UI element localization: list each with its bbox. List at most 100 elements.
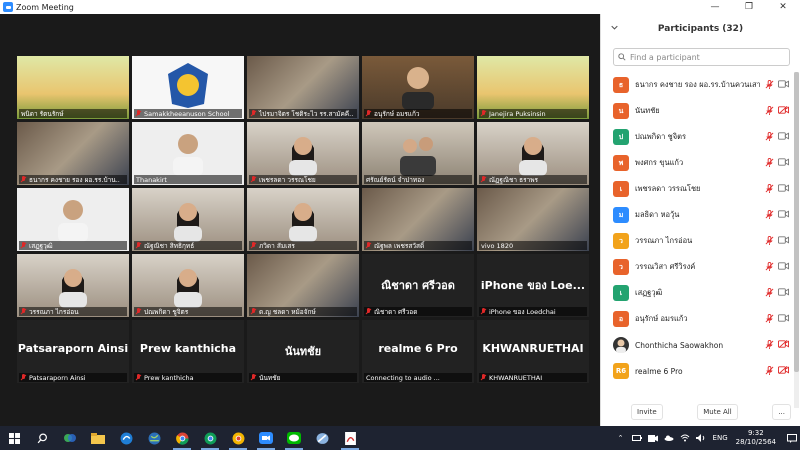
participant-row[interactable]: ป ปณพกิดา ชูจิตร [601, 124, 793, 150]
chevron-down-icon[interactable] [611, 24, 618, 31]
tile-name: ณัฐณิชา สิทธิกุทธ์ [144, 241, 195, 250]
muted-mic-icon[interactable] [765, 236, 774, 245]
video-tile[interactable]: ณัฐณิชา สิทธิกุทธ์ [132, 188, 244, 251]
video-tile[interactable]: Patsaraporn Ainsi Patsaraporn Ainsi [17, 320, 129, 383]
muted-mic-icon[interactable] [765, 132, 774, 141]
chrome-profile-icon[interactable] [196, 426, 224, 450]
camera-icon[interactable] [647, 433, 658, 443]
video-tile[interactable]: Thanakirt [132, 122, 244, 185]
notification-icon[interactable] [787, 433, 797, 443]
muted-mic-icon[interactable] [765, 80, 774, 89]
more-button[interactable]: ... [772, 404, 791, 420]
chrome-icon[interactable] [168, 426, 196, 450]
video-tile[interactable]: ภวิดา สัมเสร [247, 188, 359, 251]
video-tile[interactable]: realme 6 Pro Connecting to audio ... [362, 320, 474, 383]
video-tile[interactable]: เพชรลดา วรรณโชย [247, 122, 359, 185]
participant-row[interactable]: เ เพชรลดา วรรณโชย [601, 176, 793, 202]
line-app-icon[interactable] [280, 426, 308, 450]
tile-display-name: ณิชาดา ศรีวอด [381, 279, 455, 292]
participant-row[interactable]: เ เสฏฐวุฒิ [601, 280, 793, 306]
muted-mic-icon[interactable] [765, 262, 774, 271]
video-icon[interactable] [778, 80, 789, 88]
globe-icon[interactable] [140, 426, 168, 450]
participant-search[interactable] [613, 48, 790, 66]
video-tile[interactable]: พนิดา รัตนรักษ์ [17, 56, 129, 119]
muted-mic-icon[interactable] [765, 288, 774, 297]
restore-icon[interactable]: ❐ [732, 0, 766, 14]
video-icon[interactable] [778, 314, 789, 322]
muted-mic-icon[interactable] [765, 106, 774, 115]
video-tile[interactable]: vivo 1820 [477, 188, 589, 251]
avatar [613, 337, 629, 353]
participant-row[interactable]: น นันทชัย [601, 98, 793, 124]
chevron-up-icon[interactable]: ⌃ [616, 433, 626, 443]
muted-mic-icon[interactable] [765, 340, 774, 349]
muted-mic-icon [251, 308, 256, 315]
muted-mic-icon [251, 242, 256, 249]
muted-mic-icon [251, 110, 256, 117]
video-off-icon[interactable] [778, 366, 789, 374]
zoom-app-icon[interactable] [252, 426, 280, 450]
participant-scrollbar[interactable] [794, 72, 799, 408]
video-off-icon[interactable] [778, 340, 789, 348]
video-tile[interactable]: ณัฐพล เพชรสวัสดิ์ [362, 188, 474, 251]
search-icon[interactable] [28, 426, 56, 450]
video-icon[interactable] [778, 288, 789, 296]
muted-mic-icon[interactable] [765, 158, 774, 167]
video-tile[interactable]: ไปรมาจิตร โชติระไว รร.สามัคคี.. [247, 56, 359, 119]
participant-row[interactable]: ธ ธนากร คงชาย รอง ผอ.รร.บ้านควนเสาธ [601, 72, 793, 98]
video-tile[interactable]: ณิชาดา ศรีวอด ณิชาดา ศรีวอด [362, 254, 474, 317]
video-tile[interactable]: อนุรักษ์ อมรแก้ว [362, 56, 474, 119]
task-view-icon[interactable] [56, 426, 84, 450]
participant-row[interactable]: Chonthicha Saowakhon [601, 332, 793, 358]
participant-row[interactable]: ว วรรณวิสา ศรีวิรงค์ [601, 254, 793, 280]
video-tile[interactable]: ศรัณย์รัตน์ จำปาทอง [362, 122, 474, 185]
language-indicator[interactable]: ENG [713, 434, 728, 442]
video-tile[interactable]: เสฏฐวุฒิ [17, 188, 129, 251]
participant-row[interactable]: ว วรรณภา ไกรอ่อน [601, 228, 793, 254]
video-tile[interactable]: นันทชัย นันทชัย [247, 320, 359, 383]
wifi-icon[interactable] [680, 433, 690, 443]
participant-row[interactable]: R6 realme 6 Pro [601, 358, 793, 384]
edge-icon[interactable] [112, 426, 140, 450]
pdf-reader-icon[interactable] [336, 426, 364, 450]
video-icon[interactable] [778, 184, 789, 192]
video-tile[interactable]: Janejira Puksinsin [477, 56, 589, 119]
video-tile[interactable]: iPhone ของ Loe... iPhone ของ Loedchai [477, 254, 589, 317]
video-icon[interactable] [778, 210, 789, 218]
muted-mic-icon[interactable] [765, 366, 774, 375]
mute-all-button[interactable]: Mute All [697, 404, 738, 420]
start-icon[interactable] [0, 426, 28, 450]
video-tile[interactable]: ณัฏฐณิชา ธราพร [477, 122, 589, 185]
cloud-icon[interactable] [664, 433, 674, 443]
video-tile[interactable]: Prew kanthicha Prew kanthicha [132, 320, 244, 383]
participant-row[interactable]: ม มลธิดา หอวุ้น [601, 202, 793, 228]
battery-icon[interactable] [631, 433, 642, 443]
video-icon[interactable] [778, 132, 789, 140]
video-off-icon[interactable] [778, 106, 789, 114]
clock[interactable]: 9:32 28/10/2564 [736, 429, 776, 447]
muted-mic-icon[interactable] [765, 184, 774, 193]
video-tile[interactable]: KHWANRUETHAI KHWANRUETHAI [477, 320, 589, 383]
participant-row[interactable]: พ พงศกร ขุนแก้ว [601, 150, 793, 176]
search-input[interactable] [630, 52, 780, 62]
video-tile[interactable]: วรรณภา ไกรอ่อน [17, 254, 129, 317]
video-icon[interactable] [778, 262, 789, 270]
tile-caption: ภวิดา สัมเสร [249, 241, 357, 250]
muted-mic-icon[interactable] [765, 210, 774, 219]
participant-row[interactable]: อ อนุรักษ์ อมรแก้ว [601, 306, 793, 332]
invite-button[interactable]: Invite [631, 404, 663, 420]
muted-mic-icon[interactable] [765, 314, 774, 323]
video-tile[interactable]: ปณพกิดา ชูจิตร [132, 254, 244, 317]
speaker-icon[interactable] [695, 433, 706, 443]
file-explorer-icon[interactable] [84, 426, 112, 450]
video-tile[interactable]: ธนากร คงชาย รอง ผอ.รร.บ้าน.. [17, 122, 129, 185]
close-icon[interactable]: ✕ [766, 0, 800, 14]
video-tile[interactable]: Samakkheeanuson School [132, 56, 244, 119]
paint-icon[interactable] [308, 426, 336, 450]
chrome-alt-icon[interactable] [224, 426, 252, 450]
video-icon[interactable] [778, 236, 789, 244]
minimize-icon[interactable]: — [698, 0, 732, 14]
video-tile[interactable]: ด.ญ ชลดา หม้อจักษ์ [247, 254, 359, 317]
video-icon[interactable] [778, 158, 789, 166]
